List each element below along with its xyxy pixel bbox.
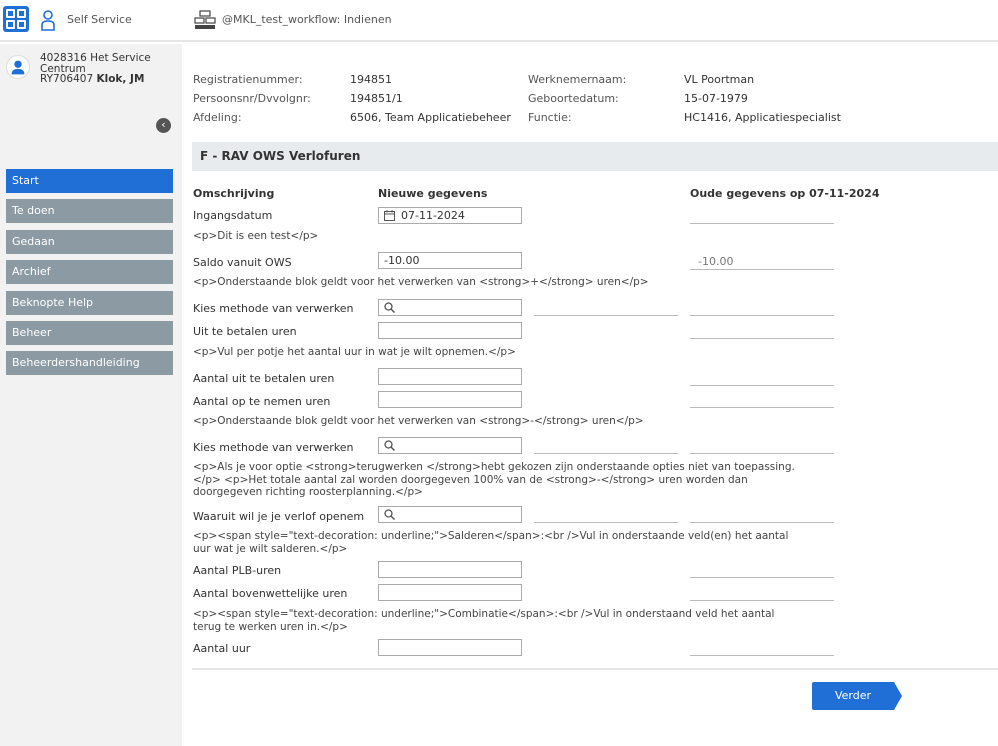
geb-label: Geboortedatum: [528,92,619,105]
sidebar-item-archief[interactable]: Archief [6,260,173,285]
old-value-line [690,269,834,270]
naam-value: VL Poortman [684,73,755,86]
sidebar-item-beknopte-help[interactable]: Beknopte Help [6,290,173,315]
note-potje: <p>Vul per potje het aantal uur in wat j… [193,346,516,358]
sidebar-item-beheerdershandleiding[interactable]: Beheerdershandleiding [6,351,173,376]
avatar [6,55,30,79]
old-value-line [690,453,834,454]
verlof-label: Waaruit wil je je verlof openem [193,510,365,523]
aantal-uur-input[interactable] [378,639,522,656]
saldo-label: Saldo vanuit OWS [193,256,292,269]
verder-arrow-icon[interactable] [894,682,902,710]
sidebar: 4028316 Het Service Centrum RY706407 Klo… [0,44,182,746]
ingangsdatum-label: Ingangsdatum [193,209,273,222]
reg-value: 194851 [350,73,392,86]
col-omschrijving: Omschrijving [193,187,275,200]
search-icon[interactable] [384,509,395,520]
func-label: Functie: [528,111,572,124]
old-value-line [690,385,834,386]
uitbetalen-input[interactable] [378,322,522,339]
user-info: 4028316 Het Service Centrum RY706407 Klo… [40,53,178,85]
uitbetalen-label: Uit te betalen uren [193,325,297,338]
description-line [534,522,678,523]
afd-label: Afdeling: [193,111,242,124]
apps-grid-icon[interactable] [3,6,29,32]
workflow-title: @MKL_test_workflow: Indienen [222,13,392,26]
verlof-search[interactable] [378,506,522,523]
sidebar-item-start[interactable]: Start [6,169,173,193]
pers-value: 194851/1 [350,92,403,105]
verder-button[interactable]: Verder [812,682,894,710]
aantal-opnemen-input[interactable] [378,391,522,408]
note-terugwerken: <p>Als je voor optie <strong>terugwerken… [193,461,795,498]
sidebar-item-beheer[interactable]: Beheer [6,320,173,345]
ingangsdatum-value: 07-11-2024 [401,209,465,222]
afd-value: 6506, Team Applicatiebeheer [350,111,511,124]
col-nieuw: Nieuwe gegevens [378,187,488,200]
aantal-uitbetalen-input[interactable] [378,368,522,385]
plb-label: Aantal PLB-uren [193,564,282,577]
search-icon[interactable] [384,440,395,451]
plb-input[interactable] [378,561,522,578]
methode1-label: Kies methode van verwerken [193,302,354,315]
old-value-line [690,522,834,523]
col-oud: Oude gegevens op 07-11-2024 [690,187,880,200]
main-content: Registratienummer: 194851 Persoonsnr/Dvv… [182,44,998,746]
user-id: RY706407 [40,73,97,85]
pers-label: Persoonsnr/Dvvolgnr: [193,92,311,105]
old-value-line [690,577,834,578]
methode1-search[interactable] [378,299,522,316]
sidebar-nav: Start Te doen Gedaan Archief Beknopte He… [6,169,173,382]
bovenwettelijk-label: Aantal bovenwettelijke uren [193,587,348,600]
aantal-uitbetalen-label: Aantal uit te betalen uren [193,372,335,385]
aantal-uur-label: Aantal uur [193,642,251,655]
workflow-icon [194,10,216,29]
geb-value: 15-07-1979 [684,92,748,105]
top-bar: Self Service @MKL_test_workflow: Indiene… [0,0,998,42]
methode2-label: Kies methode van verwerken [193,441,354,454]
old-value-line [690,223,834,224]
old-value-line [690,315,834,316]
description-line [534,453,678,454]
search-icon[interactable] [384,302,395,313]
reg-label: Registratienummer: [193,73,303,86]
note-plus-block: <p>Onderstaande blok geldt voor het verw… [193,276,649,288]
sidebar-item-te-doen[interactable]: Te doen [6,199,173,224]
old-value-line [690,600,834,601]
aantal-opnemen-label: Aantal op te nemen uren [193,395,331,408]
naam-label: Werknemernaam: [528,73,627,86]
note-min-block: <p>Onderstaande blok geldt voor het verw… [193,415,644,427]
collapse-sidebar-icon[interactable]: ‹ [156,118,171,133]
saldo-input[interactable]: -10.00 [378,252,522,269]
app-name[interactable]: Self Service [67,13,132,26]
note-combinatie: <p><span style="text-decoration: underli… [193,608,775,633]
ingangsdatum-field[interactable]: 07-11-2024 [378,207,522,224]
note-test: <p>Dit is een test</p> [193,230,319,242]
form-divider [192,668,998,670]
note-salderen: <p><span style="text-decoration: underli… [193,530,789,555]
section-title: F - RAV OWS Verlofuren [200,149,361,163]
user-name: Klok, JM [96,73,145,85]
description-line [534,315,678,316]
saldo-old-value: -10.00 [698,255,734,268]
user-icon[interactable] [40,10,56,32]
old-value-line [690,338,834,339]
calendar-icon[interactable] [384,210,395,221]
sidebar-item-gedaan[interactable]: Gedaan [6,229,173,254]
methode2-search[interactable] [378,437,522,454]
func-value: HC1416, Applicatiespecialist [684,111,841,124]
user-org: 4028316 Het Service [40,52,151,64]
old-value-line [690,407,834,408]
old-value-line [690,655,834,656]
bovenwettelijk-input[interactable] [378,584,522,601]
section-header: F - RAV OWS Verlofuren [192,142,998,171]
